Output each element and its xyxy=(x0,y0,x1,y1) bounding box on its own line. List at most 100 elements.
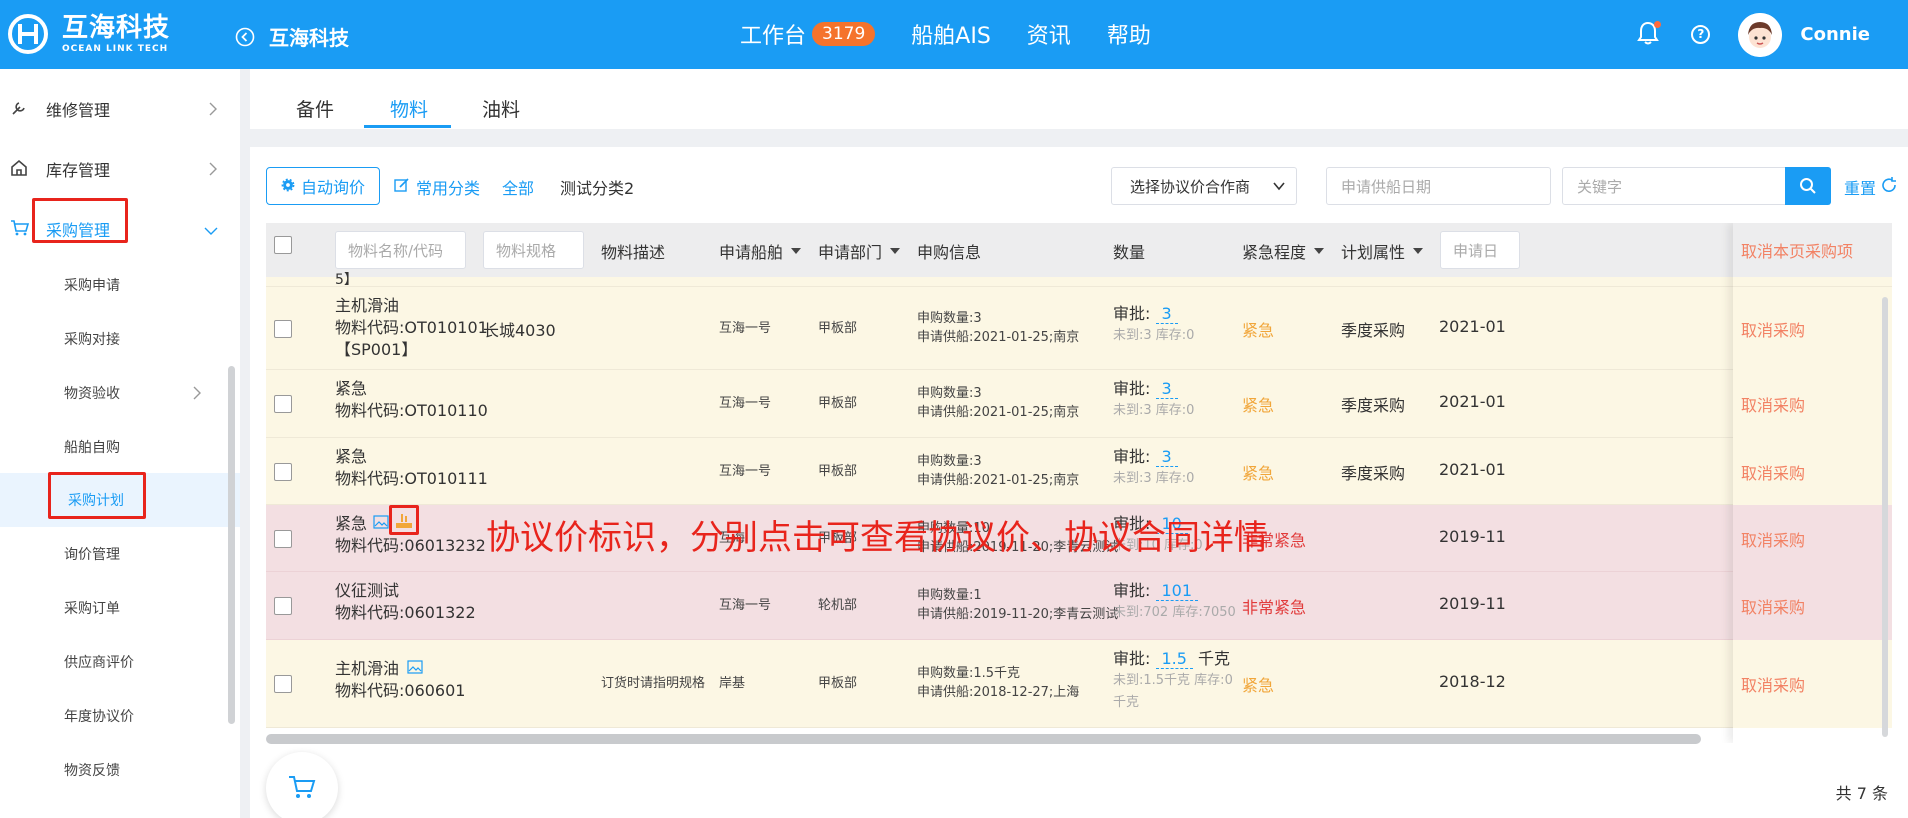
action-cell: 取消采购 xyxy=(1733,370,1892,438)
approve-qty-link[interactable]: 1.5 xyxy=(1155,649,1193,669)
reset-button[interactable]: 重置 xyxy=(1844,175,1898,199)
notification-bell-icon[interactable] xyxy=(1637,20,1662,49)
approve-qty-link[interactable]: 3 xyxy=(1155,303,1178,324)
table-row[interactable]: 仪征测试 物料代码:0601322 互海一号 轮机部 申购数量:1 申请供船:2… xyxy=(266,572,1892,640)
approve-qty-link[interactable]: 3 xyxy=(1155,446,1178,467)
table-row[interactable]: 紧急 物料代码:OT010110 互海一号 甲板部 申购数量:3 申请供船:20… xyxy=(266,370,1892,438)
auto-inquiry-button[interactable]: 自动询价 xyxy=(266,167,381,205)
row-checkbox[interactable] xyxy=(274,462,292,481)
supplier-select[interactable]: 选择协议价合作商 xyxy=(1111,167,1297,205)
urgency-level: 紧急 xyxy=(1242,676,1275,695)
material-name-filter[interactable]: 物料名称/代码 xyxy=(335,231,466,269)
supply-date-input[interactable]: 申请供船日期 xyxy=(1326,167,1551,205)
sidebar-sub-supplier-rating[interactable]: 供应商评价 xyxy=(0,642,240,682)
image-icon[interactable] xyxy=(407,658,423,680)
select-all-checkbox[interactable] xyxy=(274,236,292,254)
table-row[interactable]: 主机滑油 物料代码:060601 订货时请指明规格 岸基 甲板部 申购数量:1.… xyxy=(266,640,1892,728)
row-checkbox[interactable] xyxy=(274,529,292,548)
nav-help[interactable]: 帮助 xyxy=(1107,18,1151,50)
caret-down-icon xyxy=(791,248,802,254)
material-code: 物料代码:OT010111 xyxy=(335,468,488,488)
material-cell: 紧急 物料代码:OT010110 xyxy=(335,378,488,422)
sub-item-label: 采购申请 xyxy=(64,278,120,294)
ship-name: 互海一号 xyxy=(719,320,772,336)
request-info: 申购数量:3 申请供船:2021-01-25;南京 xyxy=(917,452,1079,490)
image-icon[interactable] xyxy=(373,513,389,535)
cancel-purchase-link[interactable]: 取消采购 xyxy=(1741,317,1805,341)
reset-label: 重置 xyxy=(1844,179,1877,198)
username[interactable]: Connie xyxy=(1800,24,1870,45)
avatar[interactable] xyxy=(1738,12,1783,57)
sidebar-sub-purchase-order[interactable]: 采购订单 xyxy=(0,588,240,628)
cancel-purchase-link[interactable]: 取消采购 xyxy=(1741,594,1805,618)
sidebar-sub-inquiry[interactable]: 询价管理 xyxy=(0,534,240,574)
common-category-link[interactable]: 常用分类 xyxy=(394,175,480,199)
category-all[interactable]: 全部 xyxy=(502,175,534,199)
tab-spare-parts[interactable]: 备件 xyxy=(296,95,334,122)
keyword-input[interactable]: 关键字 xyxy=(1562,167,1786,205)
caret-down-icon xyxy=(1413,248,1424,254)
cancel-purchase-link[interactable]: 取消采购 xyxy=(1741,392,1805,416)
sidebar-item-label: 维修管理 xyxy=(46,101,111,120)
col-plan[interactable]: 计划属性 xyxy=(1341,239,1424,263)
cancel-purchase-link[interactable]: 取消采购 xyxy=(1741,460,1805,484)
qty-cell: 审批: 3 未到:3 库存:0 xyxy=(1113,446,1194,490)
back-button[interactable]: 互海科技 xyxy=(235,22,349,51)
sub-item-label: 物资验收 xyxy=(64,386,120,402)
apply-date: 2021-01 xyxy=(1439,316,1506,336)
col-dept[interactable]: 申请部门 xyxy=(818,239,901,263)
nav-workbench[interactable]: 工作台 3179 xyxy=(740,18,876,50)
sidebar-sub-purchase-docking[interactable]: 采购对接 xyxy=(0,319,240,359)
logo[interactable]: 互海科技 OCEAN LINK TECH xyxy=(8,14,170,54)
horizontal-scrollbar[interactable] xyxy=(266,734,1701,744)
row-checkbox[interactable] xyxy=(274,395,292,413)
help-icon[interactable]: ? xyxy=(1691,25,1711,44)
sub-item-label: 年度协议价 xyxy=(64,709,134,725)
tab-materials[interactable]: 物料 xyxy=(390,95,428,122)
approve-qty-link[interactable]: 101 xyxy=(1155,581,1199,601)
agreement-price-icon[interactable] xyxy=(389,504,420,535)
col-dept-label: 申请部门 xyxy=(818,243,883,262)
nav-news[interactable]: 资讯 xyxy=(1027,18,1071,50)
sidebar-sub-purchase-request[interactable]: 采购申请 xyxy=(0,265,240,305)
material-name: 紧急 xyxy=(335,513,368,533)
material-spec: 长城4030 xyxy=(483,320,556,340)
approve-qty-link[interactable]: 3 xyxy=(1155,379,1178,399)
row-checkbox[interactable] xyxy=(274,319,292,338)
sidebar-scrollbar[interactable] xyxy=(228,366,235,724)
approve-label: 审批: xyxy=(1113,379,1151,398)
col-ship-label: 申请船舶 xyxy=(719,243,784,262)
nav-ship-ais[interactable]: 船舶AIS xyxy=(911,18,991,50)
sidebar-sub-ship-self-purchase[interactable]: 船舶自购 xyxy=(0,427,240,467)
tab-oil[interactable]: 油料 xyxy=(482,95,520,122)
cancel-page-purchases-link[interactable]: 取消本页采购项 xyxy=(1741,238,1853,262)
row-checkbox[interactable] xyxy=(274,597,292,615)
row-checkbox[interactable] xyxy=(274,675,292,693)
request-supply: 申请供船:2021-01-25;南京 xyxy=(917,329,1080,345)
sidebar-item-maintenance[interactable]: 维修管理 xyxy=(0,87,240,131)
cancel-purchase-link[interactable]: 取消采购 xyxy=(1741,672,1805,696)
col-urgency[interactable]: 紧急程度 xyxy=(1242,239,1325,263)
edit-icon xyxy=(394,177,410,197)
cancel-purchase-link[interactable]: 取消采购 xyxy=(1741,527,1805,551)
back-arrow-icon xyxy=(235,27,255,46)
sidebar-sub-annual-price[interactable]: 年度协议价 xyxy=(0,696,240,736)
material-spec-filter[interactable]: 物料规格 xyxy=(483,231,584,269)
department: 甲板部 xyxy=(818,463,858,479)
col-urgency-label: 紧急程度 xyxy=(1242,243,1307,262)
table-row[interactable]: 紧急 物料代码:OT010111 互海一号 甲板部 申购数量:3 申请供船:20… xyxy=(266,438,1892,505)
cart-button[interactable] xyxy=(266,752,338,818)
department: 甲板部 xyxy=(818,396,858,411)
apply-date-filter[interactable]: 申请日 xyxy=(1440,231,1520,269)
search-button[interactable] xyxy=(1785,167,1831,205)
category-test2[interactable]: 测试分类2 xyxy=(560,175,634,199)
request-qty: 申购数量:3 xyxy=(917,386,982,401)
vertical-scrollbar[interactable] xyxy=(1882,297,1888,737)
sidebar-sub-material-feedback[interactable]: 物资反馈 xyxy=(0,750,240,790)
qty-cell: 审批: 3 未到:3 库存:0 xyxy=(1113,303,1194,347)
table-row[interactable]: 主机滑油 物料代码:OT010101 【SP001】 长城4030 互海一号 甲… xyxy=(266,287,1892,370)
stock-unit: 千克 xyxy=(1113,695,1140,710)
sidebar-item-inventory[interactable]: 库存管理 xyxy=(0,147,240,191)
col-ship[interactable]: 申请船舶 xyxy=(719,239,802,263)
sidebar-sub-material-acceptance[interactable]: 物资验收 xyxy=(0,373,240,413)
